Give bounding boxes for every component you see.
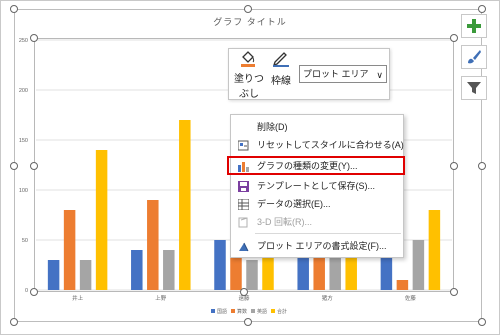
x-tick-label: 上野 xyxy=(155,294,167,302)
legend-entry: 合計 xyxy=(277,308,287,315)
legend-entry: 国語 xyxy=(217,308,227,315)
menu-item-label: 3-D 回転(R)... xyxy=(257,217,312,227)
menu-item-reset-style[interactable]: リセットしてスタイルに合わせる(A) xyxy=(231,136,404,154)
format-toolbar: 塗りつ ぶし 枠線 プロット エリア ∨ xyxy=(228,48,390,100)
menu-item-select-data[interactable]: データの選択(E)... xyxy=(231,195,403,213)
y-tick-label: 150 xyxy=(19,138,28,144)
brush-icon xyxy=(468,50,481,64)
plot-area-resize-handle[interactable] xyxy=(450,34,458,42)
legend-swatch xyxy=(251,309,255,313)
x-tick-label: 井上 xyxy=(72,294,84,302)
chart-element-select-value: プロット エリア xyxy=(303,69,369,79)
chart-element-select[interactable]: プロット エリア ∨ xyxy=(299,65,387,83)
x-tick-label: 佐藤 xyxy=(405,294,417,302)
menu-item-label: 削除(D) xyxy=(257,122,288,132)
y-tick-label: 200 xyxy=(19,88,28,94)
legend-swatch xyxy=(231,309,235,313)
y-tick-label: 50 xyxy=(22,238,28,244)
format-icon xyxy=(239,242,249,252)
legend-swatch xyxy=(271,309,275,313)
menu-item-change-chart-type[interactable]: グラフの種類の変更(Y)... xyxy=(227,156,405,175)
legend-entry: 英語 xyxy=(257,308,267,315)
chevron-down-icon: ∨ xyxy=(376,70,383,80)
plot-area-resize-handle[interactable] xyxy=(240,288,248,296)
menu-item-format-plot-area[interactable]: プロット エリアの書式設定(F)... xyxy=(231,237,403,255)
y-tick-label: 250 xyxy=(19,38,28,44)
reset-style-icon xyxy=(238,140,249,151)
chart-elements-button[interactable] xyxy=(461,14,487,38)
bar-chart-icon xyxy=(238,162,249,172)
fill-label-line2: ぶし xyxy=(239,89,259,100)
plot-area-resize-handle[interactable] xyxy=(450,162,458,170)
menu-item-label: データの選択(E)... xyxy=(257,199,331,209)
menu-item-label: テンプレートとして保存(S)... xyxy=(257,181,375,191)
outline-button[interactable]: 枠線 xyxy=(267,51,295,87)
legend-swatch xyxy=(211,309,215,313)
outline-label: 枠線 xyxy=(271,76,291,87)
plus-icon xyxy=(467,19,481,33)
chart-styles-button[interactable] xyxy=(461,45,487,69)
plot-area-resize-handle[interactable] xyxy=(30,288,38,296)
menu-separator xyxy=(255,233,401,234)
paint-bucket-icon xyxy=(241,51,255,67)
context-menu: 削除(D) リセットしてスタイルに合わせる(A) グラフの種類の変更(Y)...… xyxy=(227,114,405,258)
data-table-icon xyxy=(238,199,249,210)
pen-icon xyxy=(272,52,289,67)
legend-entry: 算数 xyxy=(237,308,247,315)
menu-item-save-template[interactable]: テンプレートとして保存(S)... xyxy=(231,177,403,195)
rotate-3d-icon xyxy=(238,217,248,228)
plot-area-resize-handle[interactable] xyxy=(30,34,38,42)
chart-filters-button[interactable] xyxy=(461,76,487,100)
menu-item-3d-rotation: 3-D 回転(R)... xyxy=(231,213,403,231)
funnel-icon xyxy=(467,82,481,94)
menu-item-delete[interactable]: 削除(D) xyxy=(231,118,403,136)
menu-item-label: リセットしてスタイルに合わせる(A) xyxy=(257,140,404,150)
fill-label-line1: 塗りつ xyxy=(233,74,265,85)
y-tick-label: 100 xyxy=(19,188,28,194)
plot-area-resize-handle[interactable] xyxy=(450,288,458,296)
x-tick-label: 猪方 xyxy=(322,294,334,302)
plot-area-resize-handle[interactable] xyxy=(30,162,38,170)
save-template-icon xyxy=(238,181,249,192)
menu-item-label: グラフの種類の変更(Y)... xyxy=(257,161,358,171)
menu-item-label: プロット エリアの書式設定(F)... xyxy=(257,241,387,251)
y-tick-label: 0 xyxy=(25,288,28,294)
fill-button[interactable]: 塗りつ ぶし xyxy=(233,51,265,100)
